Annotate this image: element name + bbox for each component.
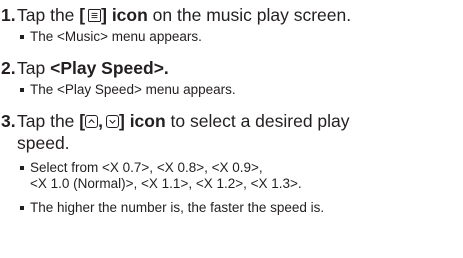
bullet-marker (20, 206, 24, 210)
icon-bracket-close: ] (118, 111, 125, 131)
step-text-post: on the music play screen. (152, 5, 352, 25)
icon-bracket-open: [ (79, 5, 86, 25)
step-text: Tap the (17, 5, 75, 25)
icon-bracket-close: ] (101, 5, 107, 25)
menu-option-name: <Play Speed> (50, 58, 164, 78)
up-arrow-icon (85, 115, 99, 128)
step-text: Tap the (17, 111, 75, 131)
icon-word: icon (111, 5, 148, 25)
step-number: 2. (1, 58, 16, 78)
bullet-marker (20, 88, 24, 92)
step-text-post: to select a desired play (170, 111, 350, 131)
step-number: 1. (1, 5, 16, 25)
step-text: Tap (17, 58, 46, 78)
icon-separator: , (98, 111, 103, 131)
step-text-continued: speed. (17, 133, 70, 153)
bullet-marker (20, 35, 24, 39)
menu-icon (88, 9, 102, 22)
down-arrow-icon (105, 115, 119, 128)
instruction-document: 1. Tap the [] icon on the music play scr… (1, 5, 352, 215)
bullet-marker (20, 166, 24, 170)
step-number: 3. (1, 111, 16, 131)
icon-word: icon (129, 111, 166, 131)
